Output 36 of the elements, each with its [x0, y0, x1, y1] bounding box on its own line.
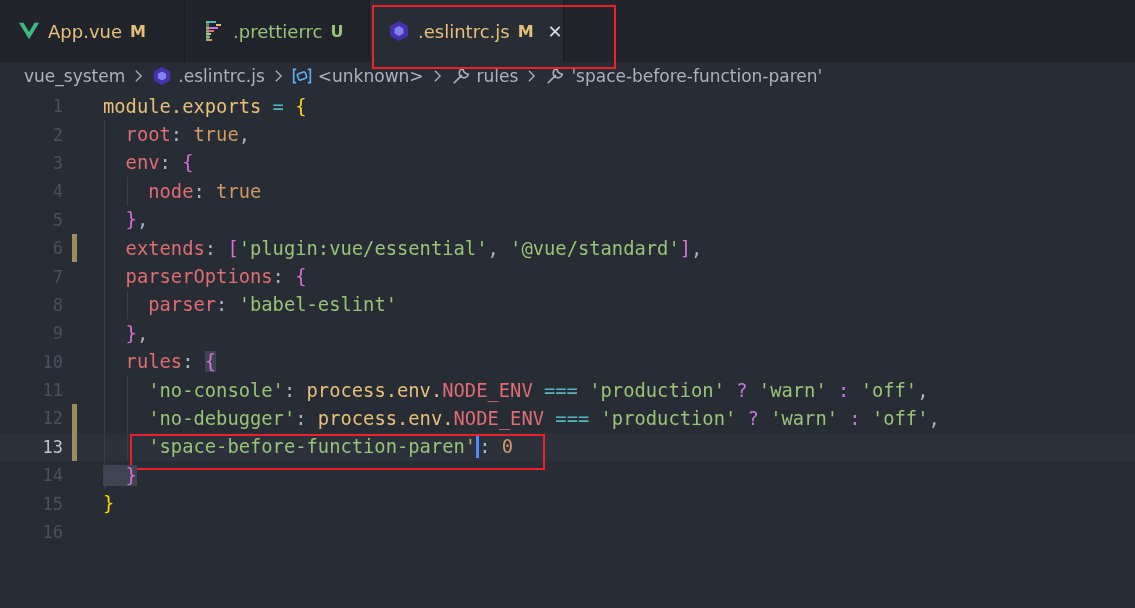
code-line: }, — [124, 209, 149, 231]
code-line: env: { — [124, 152, 194, 174]
editor-tab[interactable]: .eslintrc.js M ✕ — [370, 0, 564, 62]
code-line: parser: 'babel-eslint' — [147, 294, 397, 316]
git-status-label: U — [330, 21, 344, 41]
code-line: }, — [124, 322, 149, 344]
chevron-icon — [527, 69, 537, 83]
chevron-icon — [432, 69, 442, 83]
breadcrumb-item[interactable]: rules — [476, 66, 519, 86]
hexagon-icon — [388, 20, 410, 42]
tab-label: .eslintrc.js — [418, 20, 510, 42]
breadcrumb-item[interactable]: .eslintrc.js — [178, 66, 265, 86]
code-line: 'no-debugger': process.env.NODE_ENV === 'production' ? 'warn' : 'off', — [147, 408, 940, 429]
code-line: extends: ['plugin:vue/essential', '@vue/standard'], — [124, 237, 703, 259]
breadcrumb-item[interactable]: <unknown> — [317, 66, 424, 86]
code-line: 'no-console': process.env.NODE_ENV === 'production' ? 'warn' : 'off', — [147, 379, 929, 401]
code-line: parserOptions: { — [124, 266, 307, 288]
breadcrumb-item[interactable]: 'space-before-function-paren' — [571, 66, 823, 86]
code-line: root: true, — [124, 124, 250, 146]
line-number: 13 — [41, 436, 63, 457]
code-line: rules: { — [124, 351, 217, 373]
chevron-icon — [134, 69, 144, 83]
code-line: node: true — [147, 180, 262, 202]
brackets-icon — [291, 66, 312, 86]
git-status-label: M — [517, 21, 534, 41]
git-status-label: M — [130, 21, 146, 41]
code-line: } — [103, 493, 115, 515]
chevron-icon — [273, 69, 283, 83]
wrench-icon — [450, 66, 471, 86]
breadcrumb-item[interactable]: vue_system — [24, 66, 126, 86]
hexagon-icon — [152, 66, 173, 86]
wrench-icon — [545, 66, 566, 86]
code-line: module.exports = { — [103, 95, 307, 117]
tab-label: App.vue — [48, 20, 123, 42]
close-button[interactable]: ✕ — [545, 20, 565, 42]
tab-label: .prettierrc — [233, 20, 323, 42]
